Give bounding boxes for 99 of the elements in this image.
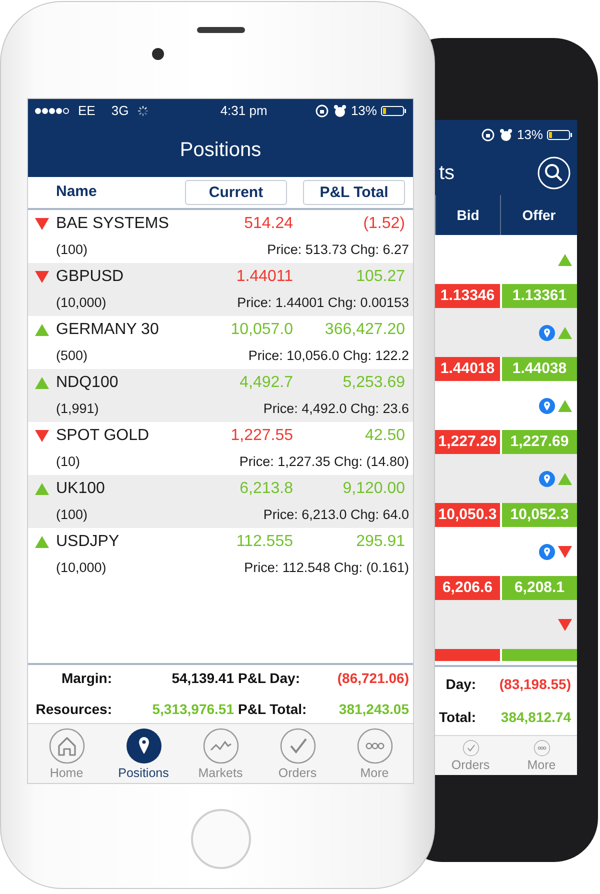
position-quantity: (10,000)	[56, 294, 108, 312]
loading-spinner-icon	[136, 104, 149, 116]
profit-loss-value: 5,253.69	[342, 373, 405, 393]
summary-label: Day:	[444, 675, 476, 694]
bid-price-bar	[435, 649, 500, 661]
summary-value: 54,139.41	[170, 669, 234, 688]
offer-price[interactable]: 1,227.69	[500, 430, 577, 454]
position-row[interactable]: USDJPY 112.555 295.91 (10,000) Price: 112.548 Chg: (0.161)	[28, 528, 413, 581]
position-row[interactable]: NDQ100 4,492.7 5,253.69 (1,991) Price: 4,492.0 Chg: 23.6	[28, 369, 413, 422]
summary-label: P&L Day:	[238, 669, 301, 688]
carrier-name: EE	[78, 102, 96, 120]
tab-button[interactable]: More	[506, 736, 577, 775]
tab-button[interactable]: Orders	[259, 724, 336, 783]
current-price: 1.44011	[235, 267, 293, 287]
checkmark-icon	[280, 728, 316, 764]
market-row[interactable]	[435, 454, 577, 503]
tab-button[interactable]: Positions	[105, 724, 182, 783]
current-price: 4,492.7	[238, 373, 293, 393]
current-price: 1,227.55	[230, 426, 293, 446]
more-dots-icon	[356, 728, 392, 764]
price-change-text: Price: 10,056.0 Chg: 122.2	[247, 347, 409, 366]
summary-label: Margin:	[60, 669, 112, 688]
tab-button[interactable]: Markets	[182, 724, 259, 783]
bid-price[interactable]: 1.13346	[435, 284, 500, 308]
tab-button[interactable]: More	[336, 724, 413, 783]
battery-icon	[380, 106, 407, 116]
price-change-text: Price: 6,213.0 Chg: 64.0	[262, 506, 409, 524]
bid-price[interactable]: 1.44018	[435, 357, 500, 381]
tab-button[interactable]: Home	[28, 724, 105, 783]
current-price: 112.555	[235, 532, 293, 552]
battery-percent: 13%	[350, 102, 377, 120]
profit-loss-value: 9,120.00	[342, 479, 405, 499]
signal-dots-icon	[34, 106, 70, 114]
line-chart-icon	[202, 728, 238, 764]
clock-time: 4:31 pm	[220, 102, 268, 120]
search-icon[interactable]	[537, 156, 571, 190]
instrument-name: USDJPY	[56, 532, 120, 552]
summary-label: Total:	[439, 708, 476, 727]
price-change-text: Price: 112.548 Chg: (0.161)	[243, 559, 409, 578]
summary-value: 5,313,976.51	[151, 700, 234, 719]
camera-lens	[152, 48, 164, 60]
battery-icon	[547, 130, 573, 140]
position-row[interactable]: GBPUSD 1.44011 105.27 (10,000) Price: 1.44001 Chg: 0.00153	[28, 263, 413, 316]
instrument-name: NDQ100	[56, 373, 120, 393]
price-change-text: Price: 4,492.0 Chg: 23.6	[262, 400, 409, 418]
current-price: 514.24	[243, 214, 293, 234]
bid-price[interactable]: 10,050.3	[435, 503, 500, 527]
position-quantity: (500)	[56, 347, 89, 366]
bid-price[interactable]: 1,227.29	[435, 430, 500, 454]
position-row[interactable]: UK100 6,213.8 9,120.00 (100) Price: 6,213.0 Chg: 64.0	[28, 475, 413, 528]
profit-loss-value: 105.27	[355, 267, 405, 287]
rotation-lock-icon	[314, 104, 329, 118]
summary-value: 384,812.74	[500, 708, 571, 727]
instrument-name: SPOT GOLD	[56, 426, 150, 446]
column-header: Name	[56, 182, 97, 202]
profit-loss-value: 42.50	[364, 426, 405, 446]
instrument-name: GERMANY 30	[56, 320, 160, 340]
summary-value: 381,243.05	[338, 700, 409, 719]
summary-value: (83,198.55)	[498, 675, 571, 694]
profit-loss-value: 295.91	[355, 532, 405, 552]
instrument-name: GBPUSD	[56, 267, 125, 287]
offer-price[interactable]: 6,208.1	[500, 576, 577, 600]
position-quantity: (10)	[56, 453, 82, 472]
house-icon	[48, 728, 84, 764]
column-header[interactable]: Offer	[500, 195, 577, 235]
profit-loss-value: 366,427.20	[324, 320, 405, 340]
market-row[interactable]	[435, 308, 577, 357]
position-row[interactable]: GERMANY 30 10,057.0 366,427.20 (500) Price: 10,056.0 Chg: 122.2	[28, 316, 413, 369]
current-price: 10,057.0	[230, 320, 293, 340]
position-row[interactable]: SPOT GOLD 1,227.55 42.50 (10) Price: 1,227.35 Chg: (14.80)	[28, 422, 413, 475]
offer-price[interactable]: 1.13361	[500, 284, 577, 308]
offer-price[interactable]: 1.44038	[500, 357, 577, 381]
position-quantity: (100)	[56, 506, 89, 524]
position-quantity: (1,991)	[56, 400, 100, 418]
sort-button[interactable]: Current	[185, 180, 287, 205]
summary-label: Resources:	[34, 700, 112, 719]
bid-price[interactable]: 6,206.6	[435, 576, 500, 600]
price-change-text: Price: 1.44001 Chg: 0.00153	[236, 294, 409, 312]
position-row[interactable]: BAE SYSTEMS 514.24 (1.52) (100) Price: 513.73 Chg: 6.27	[28, 210, 413, 263]
screen-title: Positions	[180, 138, 262, 162]
instrument-name: UK100	[56, 479, 106, 499]
price-change-text: Price: 513.73 Chg: 6.27	[266, 241, 409, 260]
map-pin-icon	[126, 728, 162, 764]
current-price: 6,213.8	[238, 479, 293, 499]
battery-percent: 13%	[516, 126, 543, 144]
sort-button[interactable]: P&L Total	[303, 180, 405, 205]
position-quantity: (10,000)	[56, 559, 108, 578]
position-quantity: (100)	[56, 241, 89, 260]
instrument-name: BAE SYSTEMS	[56, 214, 170, 234]
tab-button[interactable]: Orders	[435, 736, 506, 775]
screen-title: ts	[439, 160, 455, 186]
summary-value: (86,721.06)	[336, 669, 409, 688]
network-type: 3G	[111, 102, 129, 120]
rotation-lock-icon	[480, 128, 495, 142]
summary-label: P&L Total:	[238, 700, 308, 719]
price-change-text: Price: 1,227.35 Chg: (14.80)	[238, 453, 409, 472]
speaker-grille	[197, 27, 245, 33]
profit-loss-value: (1.52)	[362, 214, 405, 234]
offer-price[interactable]: 10,052.3	[500, 503, 577, 527]
